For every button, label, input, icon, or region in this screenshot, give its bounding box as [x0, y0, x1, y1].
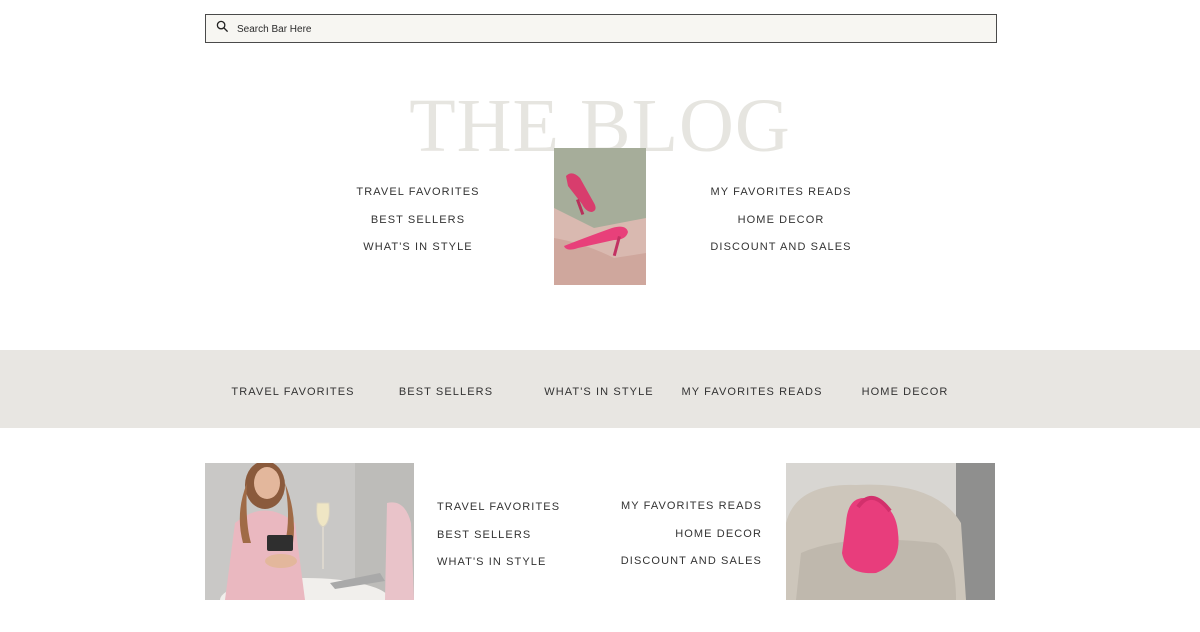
band-link-best-sellers[interactable]: BEST SELLERS [399, 386, 493, 398]
search-input[interactable] [237, 22, 937, 35]
bottom-link-discount-and-sales[interactable]: DISCOUNT AND SALES [621, 555, 762, 567]
photo-woman-with-phone [205, 463, 414, 600]
band-link-home-decor[interactable]: HOME DECOR [862, 386, 949, 398]
hero-link-whats-in-style[interactable]: WHAT'S IN STYLE [363, 241, 472, 253]
bottom-link-my-favorites-reads[interactable]: MY FAVORITES READS [621, 500, 762, 512]
search-icon [216, 20, 237, 38]
band-link-travel-favorites[interactable]: TRAVEL FAVORITES [231, 386, 354, 398]
bottom-link-whats-in-style[interactable]: WHAT'S IN STYLE [437, 556, 546, 568]
bottom-link-travel-favorites[interactable]: TRAVEL FAVORITES [437, 501, 560, 513]
photo-pink-bag-on-chair [786, 463, 995, 600]
hero-link-home-decor[interactable]: HOME DECOR [738, 214, 825, 226]
band-link-my-favorites-reads[interactable]: MY FAVORITES READS [681, 386, 822, 398]
hero-link-travel-favorites[interactable]: TRAVEL FAVORITES [356, 186, 479, 198]
bottom-link-best-sellers[interactable]: BEST SELLERS [437, 529, 531, 541]
hero-link-best-sellers[interactable]: BEST SELLERS [371, 214, 465, 226]
search-bar[interactable] [205, 14, 997, 43]
band-link-whats-in-style[interactable]: WHAT'S IN STYLE [544, 386, 653, 398]
bottom-link-home-decor[interactable]: HOME DECOR [675, 528, 762, 540]
hero-link-my-favorites-reads[interactable]: MY FAVORITES READS [710, 186, 851, 198]
hero-image-pink-heels [554, 148, 646, 285]
hero-link-discount-and-sales[interactable]: DISCOUNT AND SALES [710, 241, 851, 253]
